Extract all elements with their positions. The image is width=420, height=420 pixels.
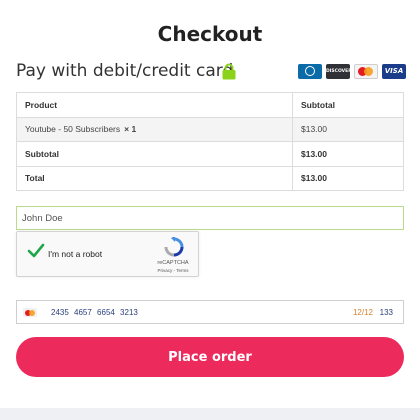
recaptcha-checkbox[interactable]: [27, 243, 45, 264]
diners-club-icon: [298, 64, 322, 79]
total-row: Total $13.00: [16, 165, 404, 191]
product-cell: Youtube - 50 Subscribers × 1: [16, 116, 293, 142]
cardholder-name-value: John Doe: [22, 213, 63, 224]
total-label: Total: [16, 165, 293, 191]
checkout-card: Checkout Pay with debit/credit card DISC…: [0, 0, 420, 408]
place-order-button[interactable]: Place order: [16, 337, 404, 377]
cardholder-name-input[interactable]: John Doe: [16, 206, 404, 230]
product-quantity: × 1: [124, 124, 137, 135]
product-name: Youtube - 50 Subscribers: [25, 124, 121, 135]
recaptcha-links[interactable]: Privacy - Terms: [143, 268, 203, 273]
product-price: $13.00: [292, 116, 404, 142]
recaptcha-widget: I'm not a robot reCAPTCHA Privacy - Term…: [16, 231, 199, 277]
total-value: $13.00: [292, 165, 404, 191]
card-number-value[interactable]: 2435 4657 6654 3213: [51, 308, 138, 317]
table-row: Youtube - 50 Subscribers × 1 $13.00: [16, 116, 404, 142]
order-summary-table: Product Subtotal Youtube - 50 Subscriber…: [16, 92, 404, 191]
subtotal-label: Subtotal: [16, 141, 293, 167]
mastercard-icon: [354, 64, 378, 79]
payment-heading: Pay with debit/credit card: [16, 61, 234, 81]
mastercard-icon: [23, 308, 37, 317]
discover-icon: DISCOVER: [326, 64, 350, 79]
recaptcha-logo-icon: [164, 236, 184, 262]
recaptcha-brand: reCAPTCHA: [157, 260, 189, 266]
column-header-product: Product: [16, 92, 293, 118]
card-details-input[interactable]: 2435 4657 6654 3213 12/12 133: [16, 300, 404, 324]
subtotal-row: Subtotal $13.00: [16, 141, 404, 167]
accepted-cards: DISCOVER VISA: [294, 64, 406, 81]
column-header-subtotal: Subtotal: [292, 92, 404, 118]
checkmark-icon: [27, 243, 45, 258]
recaptcha-label: I'm not a robot: [48, 249, 103, 259]
payment-header: Pay with debit/credit card DISCOVER VISA: [16, 61, 406, 85]
table-header-row: Product Subtotal: [16, 92, 404, 118]
subtotal-value: $13.00: [292, 141, 404, 167]
lock-icon: [222, 63, 236, 85]
page-title: Checkout: [157, 22, 263, 46]
card-cvc-value[interactable]: 133: [380, 308, 393, 317]
card-expiry-value[interactable]: 12/12: [353, 308, 373, 317]
visa-icon: VISA: [382, 64, 406, 79]
